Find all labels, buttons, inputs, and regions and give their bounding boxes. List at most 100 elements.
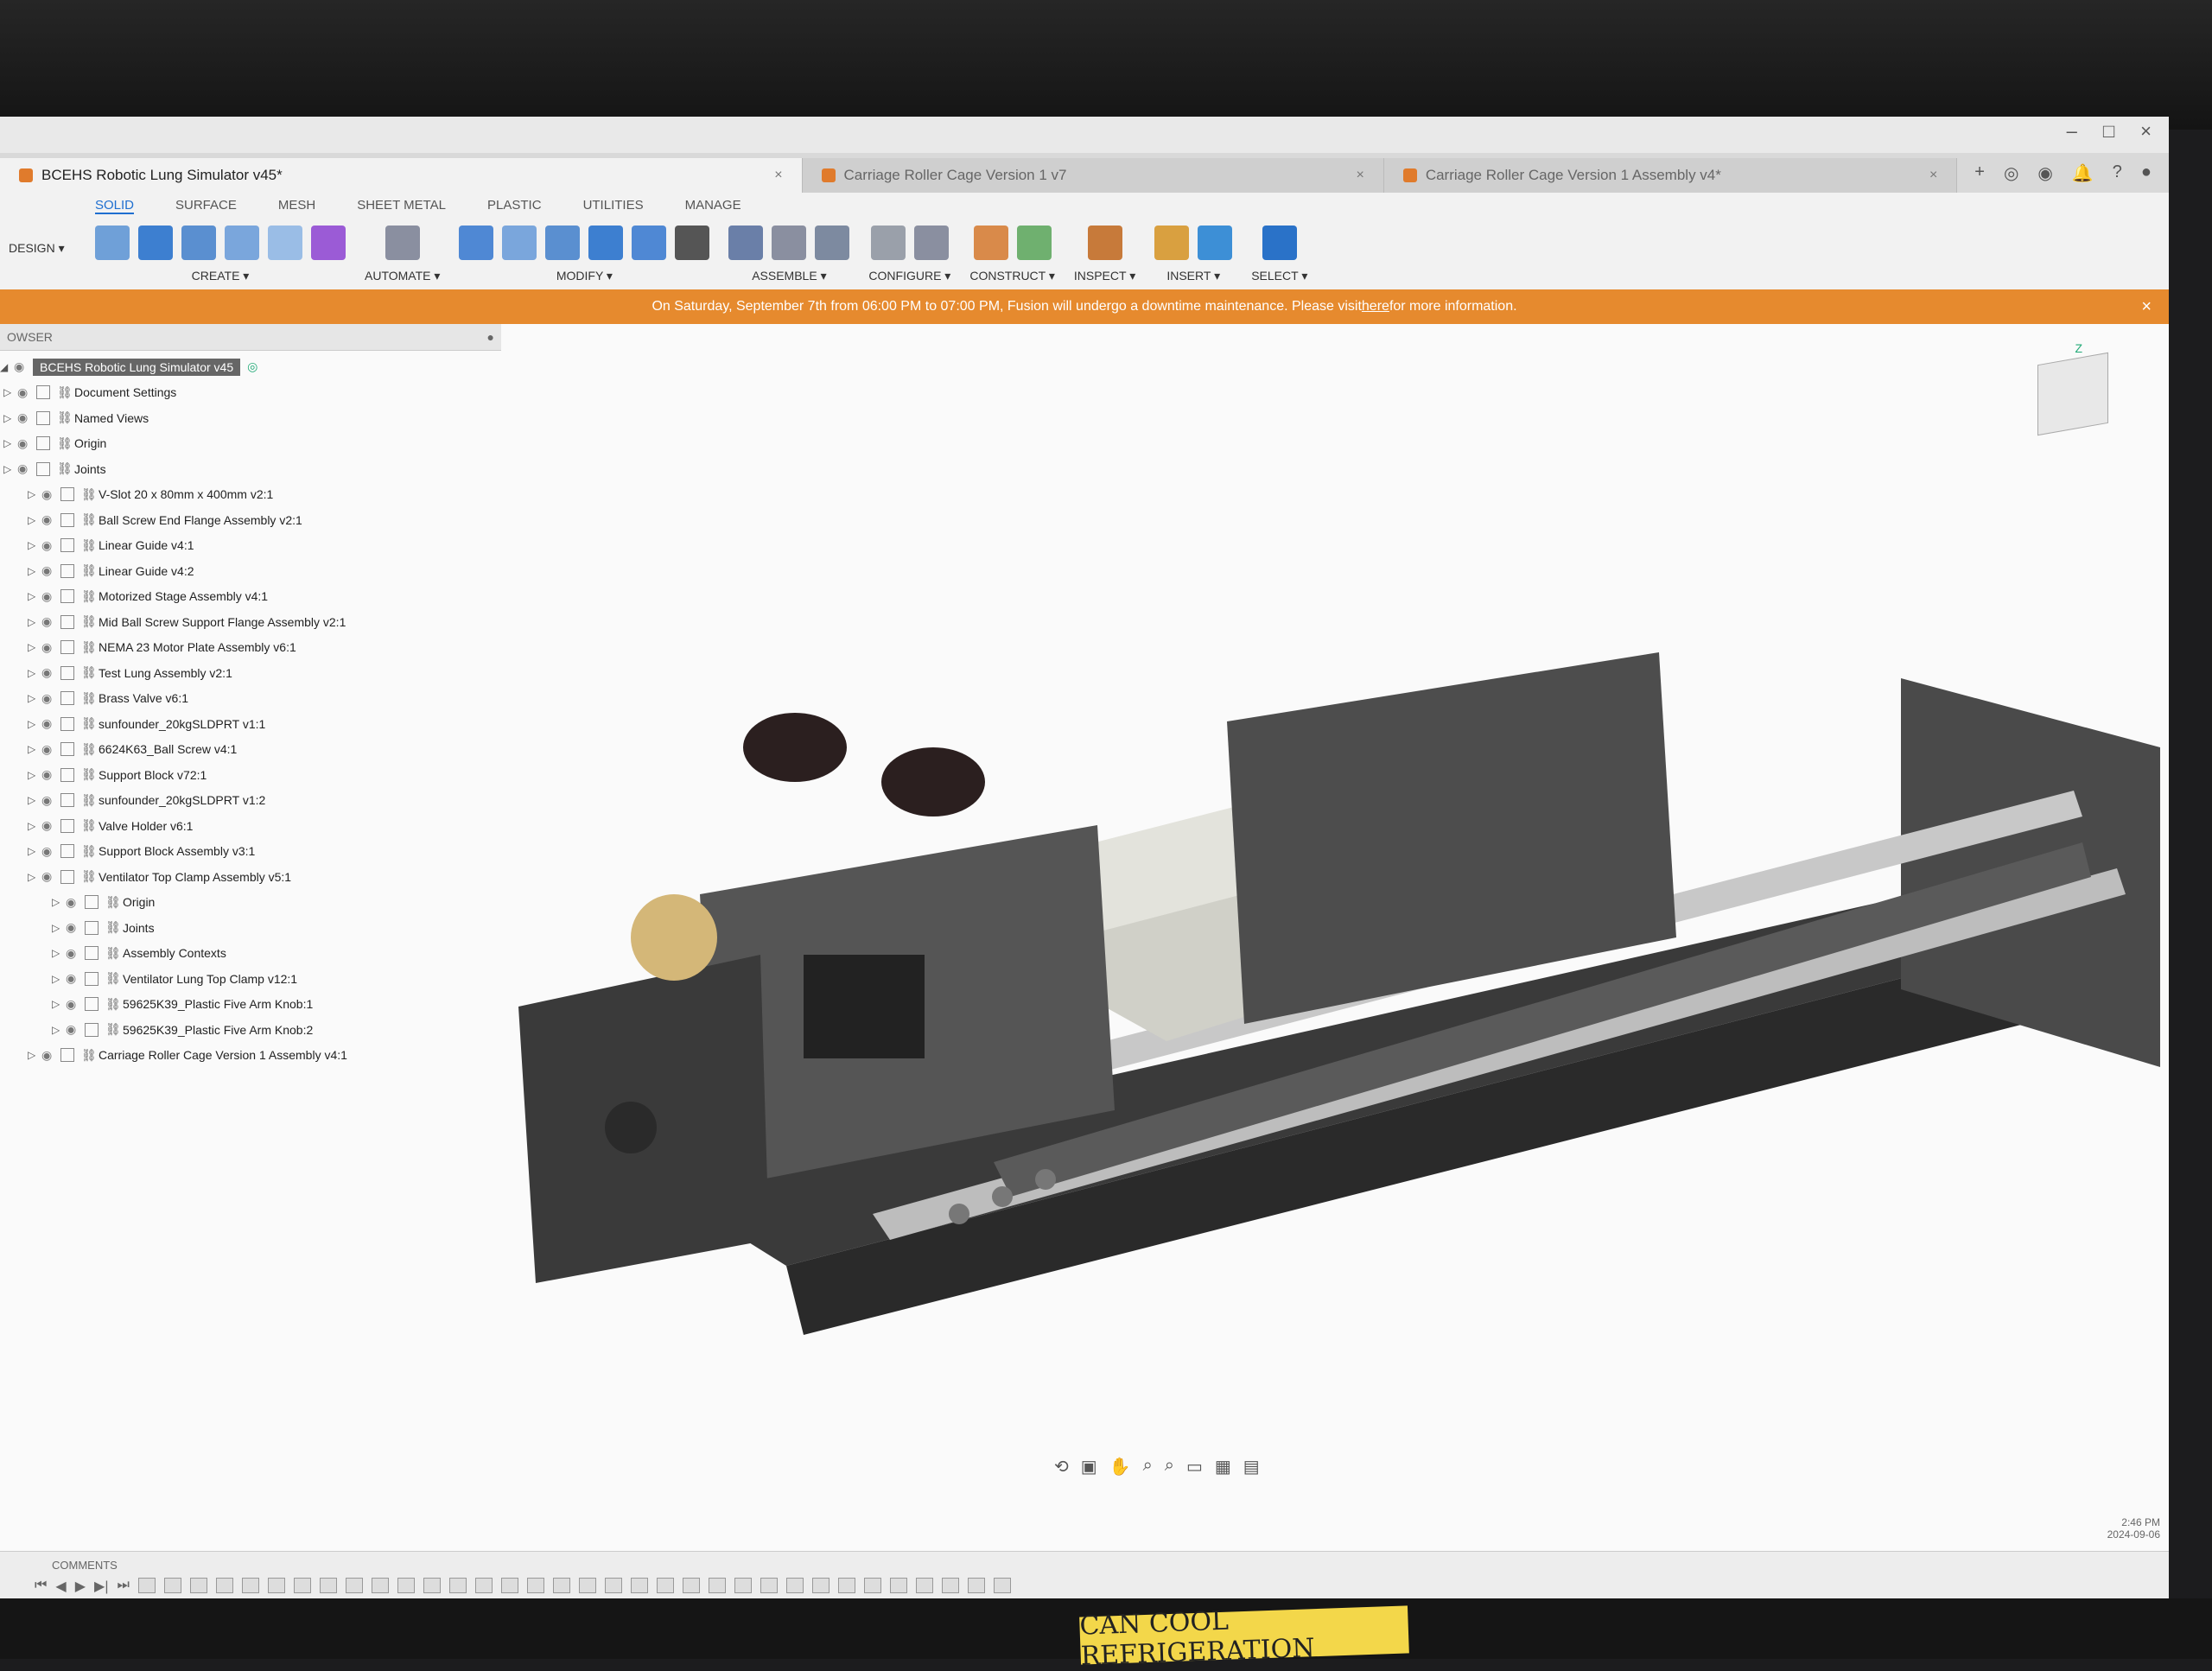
select-cursor-icon[interactable] bbox=[1262, 226, 1297, 260]
pattern-icon[interactable] bbox=[268, 226, 302, 260]
timeline-feature-icon[interactable] bbox=[397, 1578, 415, 1593]
visibility-icon[interactable]: ◉ bbox=[41, 538, 60, 553]
timeline-feature-icon[interactable] bbox=[578, 1578, 596, 1593]
browser-item[interactable]: ▷ ◉ ⛓ V-Slot 20 x 80mm x 400mm v2:1 bbox=[0, 482, 501, 508]
pan-icon[interactable]: ✋ bbox=[1109, 1456, 1131, 1477]
visibility-icon[interactable]: ◉ bbox=[41, 640, 60, 655]
visibility-icon[interactable]: ◉ bbox=[17, 436, 36, 451]
move-icon[interactable] bbox=[675, 226, 710, 260]
visibility-icon[interactable]: ◉ bbox=[17, 385, 36, 400]
new-tab-icon[interactable]: + bbox=[1974, 162, 1985, 184]
fit-icon[interactable]: ⌕ bbox=[1165, 1456, 1174, 1477]
timeline-feature-icon[interactable] bbox=[785, 1578, 804, 1593]
timeline-feature-icon[interactable] bbox=[760, 1578, 778, 1593]
visibility-icon[interactable]: ◉ bbox=[41, 767, 60, 782]
expand-icon[interactable]: ▷ bbox=[28, 820, 41, 832]
extrude-icon[interactable] bbox=[138, 226, 173, 260]
close-window-button[interactable]: × bbox=[2140, 120, 2152, 143]
visibility-icon[interactable]: ◉ bbox=[41, 691, 60, 706]
expand-icon[interactable]: ▷ bbox=[28, 641, 41, 653]
inspect-menu[interactable]: INSPECT ▾ bbox=[1074, 269, 1135, 283]
tab-sheet-metal[interactable]: SHEET METAL bbox=[357, 198, 446, 214]
expand-icon[interactable]: ▷ bbox=[28, 692, 41, 704]
create-menu[interactable]: CREATE ▾ bbox=[192, 269, 250, 283]
grid-icon[interactable]: ▦ bbox=[1215, 1456, 1231, 1477]
insert-menu[interactable]: INSERT ▾ bbox=[1166, 269, 1220, 283]
insert-svg-icon[interactable] bbox=[1154, 226, 1190, 260]
tab-utilities[interactable]: UTILITIES bbox=[583, 198, 644, 214]
visibility-icon[interactable]: ◉ bbox=[41, 665, 60, 680]
minimize-button[interactable]: – bbox=[2067, 120, 2077, 143]
close-icon[interactable]: × bbox=[740, 168, 782, 183]
timeline-feature-icon[interactable] bbox=[837, 1578, 855, 1593]
pin-icon[interactable]: ● bbox=[487, 330, 494, 344]
configure-icon[interactable] bbox=[870, 226, 906, 260]
tab-document-3[interactable]: Carriage Roller Cage Version 1 Assembly … bbox=[1383, 158, 1958, 193]
automate-icon[interactable] bbox=[385, 226, 420, 260]
expand-icon[interactable]: ▷ bbox=[3, 437, 17, 449]
tab-solid[interactable]: SOLID bbox=[95, 198, 135, 214]
timeline-feature-icon[interactable] bbox=[500, 1578, 518, 1593]
timeline-feature-icon[interactable] bbox=[293, 1578, 311, 1593]
visibility-icon[interactable]: ◉ bbox=[41, 716, 60, 731]
expand-icon[interactable]: ▷ bbox=[3, 386, 17, 398]
visibility-icon[interactable]: ◉ bbox=[41, 742, 60, 757]
measure-icon[interactable] bbox=[1087, 226, 1122, 260]
modify-menu[interactable]: MODIFY ▾ bbox=[556, 269, 613, 283]
insert-canvas-icon[interactable] bbox=[1198, 226, 1233, 260]
expand-icon[interactable]: ▷ bbox=[28, 769, 41, 781]
timeline-feature-icon[interactable] bbox=[682, 1578, 700, 1593]
tab-document-1[interactable]: BCEHS Robotic Lung Simulator v45* × bbox=[0, 158, 803, 193]
expand-icon[interactable]: ▷ bbox=[28, 590, 41, 602]
visibility-icon[interactable]: ◉ bbox=[66, 946, 85, 961]
expand-icon[interactable]: ▷ bbox=[52, 896, 66, 908]
timeline-feature-icon[interactable] bbox=[474, 1578, 493, 1593]
tab-surface[interactable]: SURFACE bbox=[175, 198, 237, 214]
timeline-start-icon[interactable]: ⏮ bbox=[35, 1578, 47, 1595]
timeline-play-icon[interactable]: ▶ bbox=[75, 1578, 86, 1595]
look-at-icon[interactable]: ▣ bbox=[1081, 1456, 1097, 1477]
shell-icon[interactable] bbox=[545, 226, 581, 260]
timeline-feature-icon[interactable] bbox=[215, 1578, 233, 1593]
timeline-feature-icon[interactable] bbox=[423, 1578, 441, 1593]
timeline-feature-icon[interactable] bbox=[267, 1578, 285, 1593]
timeline-feature-icon[interactable] bbox=[526, 1578, 544, 1593]
browser-root[interactable]: ◢ ◉ BCEHS Robotic Lung Simulator v45 ◎ bbox=[0, 354, 501, 380]
visibility-icon[interactable]: ◉ bbox=[41, 869, 60, 884]
job-status-icon[interactable]: ◉ bbox=[2037, 162, 2052, 184]
select-menu[interactable]: SELECT ▾ bbox=[1251, 269, 1307, 283]
visibility-icon[interactable]: ◉ bbox=[41, 793, 60, 808]
timeline-feature-icon[interactable] bbox=[189, 1578, 207, 1593]
timeline-end-icon[interactable]: ⏭ bbox=[118, 1578, 130, 1595]
timeline-feature-icon[interactable] bbox=[915, 1578, 933, 1593]
bom-icon[interactable] bbox=[815, 226, 850, 260]
expand-icon[interactable]: ▷ bbox=[3, 463, 17, 475]
visibility-icon[interactable]: ◉ bbox=[17, 461, 36, 476]
split-icon[interactable] bbox=[632, 226, 667, 260]
revolve-icon[interactable] bbox=[181, 226, 216, 260]
timeline-feature-icon[interactable] bbox=[448, 1578, 467, 1593]
close-icon[interactable]: × bbox=[1321, 168, 1363, 183]
timeline-feature-icon[interactable] bbox=[604, 1578, 622, 1593]
viewports-icon[interactable]: ▤ bbox=[1243, 1456, 1260, 1477]
visibility-icon[interactable]: ◉ bbox=[41, 512, 60, 527]
visibility-icon[interactable]: ◉ bbox=[66, 895, 85, 910]
timeline-back-icon[interactable]: ◀ bbox=[55, 1578, 66, 1595]
timeline-feature-icon[interactable] bbox=[371, 1578, 389, 1593]
timeline-feature-icon[interactable] bbox=[811, 1578, 830, 1593]
form-icon[interactable] bbox=[311, 226, 346, 260]
tab-mesh[interactable]: MESH bbox=[278, 198, 315, 214]
3d-model[interactable] bbox=[389, 505, 2160, 1499]
assemble-menu[interactable]: ASSEMBLE ▾ bbox=[752, 269, 826, 283]
expand-icon[interactable]: ▷ bbox=[3, 412, 17, 424]
timeline-feature-icon[interactable] bbox=[241, 1578, 259, 1593]
offset-plane-icon[interactable] bbox=[973, 226, 1008, 260]
visibility-icon[interactable]: ◉ bbox=[41, 844, 60, 859]
visibility-icon[interactable]: ◉ bbox=[17, 410, 36, 425]
visibility-icon[interactable]: ◉ bbox=[41, 487, 60, 502]
visibility-icon[interactable]: ◉ bbox=[66, 997, 85, 1012]
viewcube[interactable] bbox=[2037, 352, 2108, 436]
timeline-feature-icon[interactable] bbox=[941, 1578, 959, 1593]
notifications-icon[interactable]: 🔔 bbox=[2072, 162, 2094, 184]
expand-icon[interactable]: ▷ bbox=[52, 947, 66, 959]
